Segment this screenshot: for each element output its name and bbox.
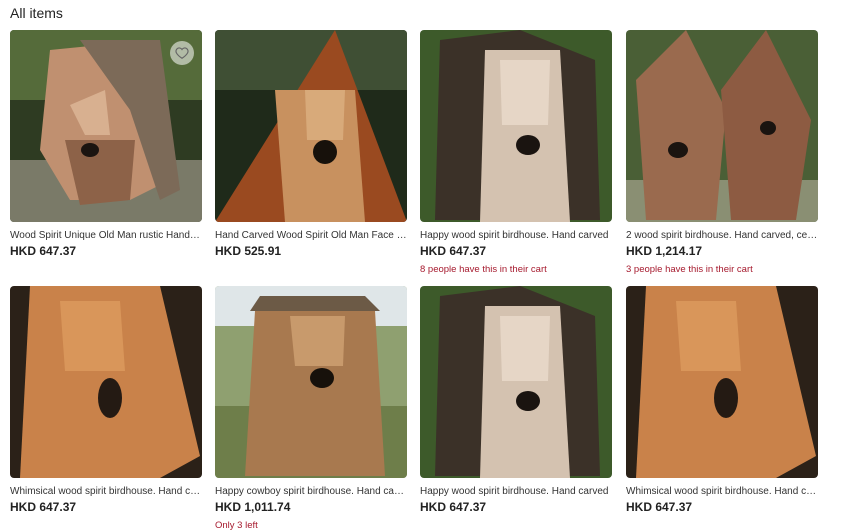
listing-title[interactable]: Happy wood spirit birdhouse. Hand carved xyxy=(420,230,612,241)
listing-card[interactable]: Happy wood spirit birdhouse. Hand carved… xyxy=(420,286,612,520)
listing-image[interactable] xyxy=(626,286,818,478)
listing-title[interactable]: Whimsical wood spirit birdhouse. Hand ca… xyxy=(626,486,818,497)
listing-card[interactable]: Happy wood spirit birdhouse. Hand carved… xyxy=(420,30,612,275)
listing-image[interactable] xyxy=(215,286,407,478)
listing-card[interactable]: Whimsical wood spirit birdhouse. Hand ca… xyxy=(626,286,818,520)
listing-note: 3 people have this in their cart xyxy=(626,264,753,275)
listing-note: Only 3 left xyxy=(215,520,258,531)
listing-price: HKD 1,011.74 xyxy=(215,500,291,514)
listing-price: HKD 525.91 xyxy=(215,244,282,258)
listing-price: HKD 647.37 xyxy=(420,500,487,514)
listing-price: HKD 647.37 xyxy=(10,500,77,514)
listing-title[interactable]: Happy cowboy spirit birdhouse. Hand carv… xyxy=(215,486,407,497)
listing-image[interactable] xyxy=(10,30,202,222)
listing-image[interactable] xyxy=(215,30,407,222)
listing-title[interactable]: Happy wood spirit birdhouse. Hand carved xyxy=(420,486,612,497)
listing-card[interactable]: 2 wood spirit birdhouse. Hand carved, ce… xyxy=(626,30,818,275)
listing-card[interactable]: Happy cowboy spirit birdhouse. Hand carv… xyxy=(215,286,407,531)
listing-price: HKD 647.37 xyxy=(10,244,77,258)
listing-card[interactable]: Wood Spirit Unique Old Man rustic Hand C… xyxy=(10,30,202,264)
listing-card[interactable]: Hand Carved Wood Spirit Old Man Face Bir… xyxy=(215,30,407,264)
heart-outline-icon xyxy=(175,47,189,59)
listing-card[interactable]: Whimsical wood spirit birdhouse. Hand ca… xyxy=(10,286,202,520)
listing-title[interactable]: Hand Carved Wood Spirit Old Man Face Bir… xyxy=(215,230,407,241)
listing-price: HKD 647.37 xyxy=(420,244,487,258)
listing-title[interactable]: Whimsical wood spirit birdhouse. Hand ca… xyxy=(10,486,202,497)
listing-image[interactable] xyxy=(420,286,612,478)
listing-title[interactable]: Wood Spirit Unique Old Man rustic Hand C… xyxy=(10,230,202,241)
listing-note: 8 people have this in their cart xyxy=(420,264,547,275)
listing-title[interactable]: 2 wood spirit birdhouse. Hand carved, ce… xyxy=(626,230,818,241)
section-title: All items xyxy=(10,5,63,21)
listing-image[interactable] xyxy=(10,286,202,478)
listing-image[interactable] xyxy=(420,30,612,222)
listing-price: HKD 647.37 xyxy=(626,500,693,514)
listing-price: HKD 1,214.17 xyxy=(626,244,703,258)
favorite-button[interactable] xyxy=(170,41,194,65)
listing-image[interactable] xyxy=(626,30,818,222)
